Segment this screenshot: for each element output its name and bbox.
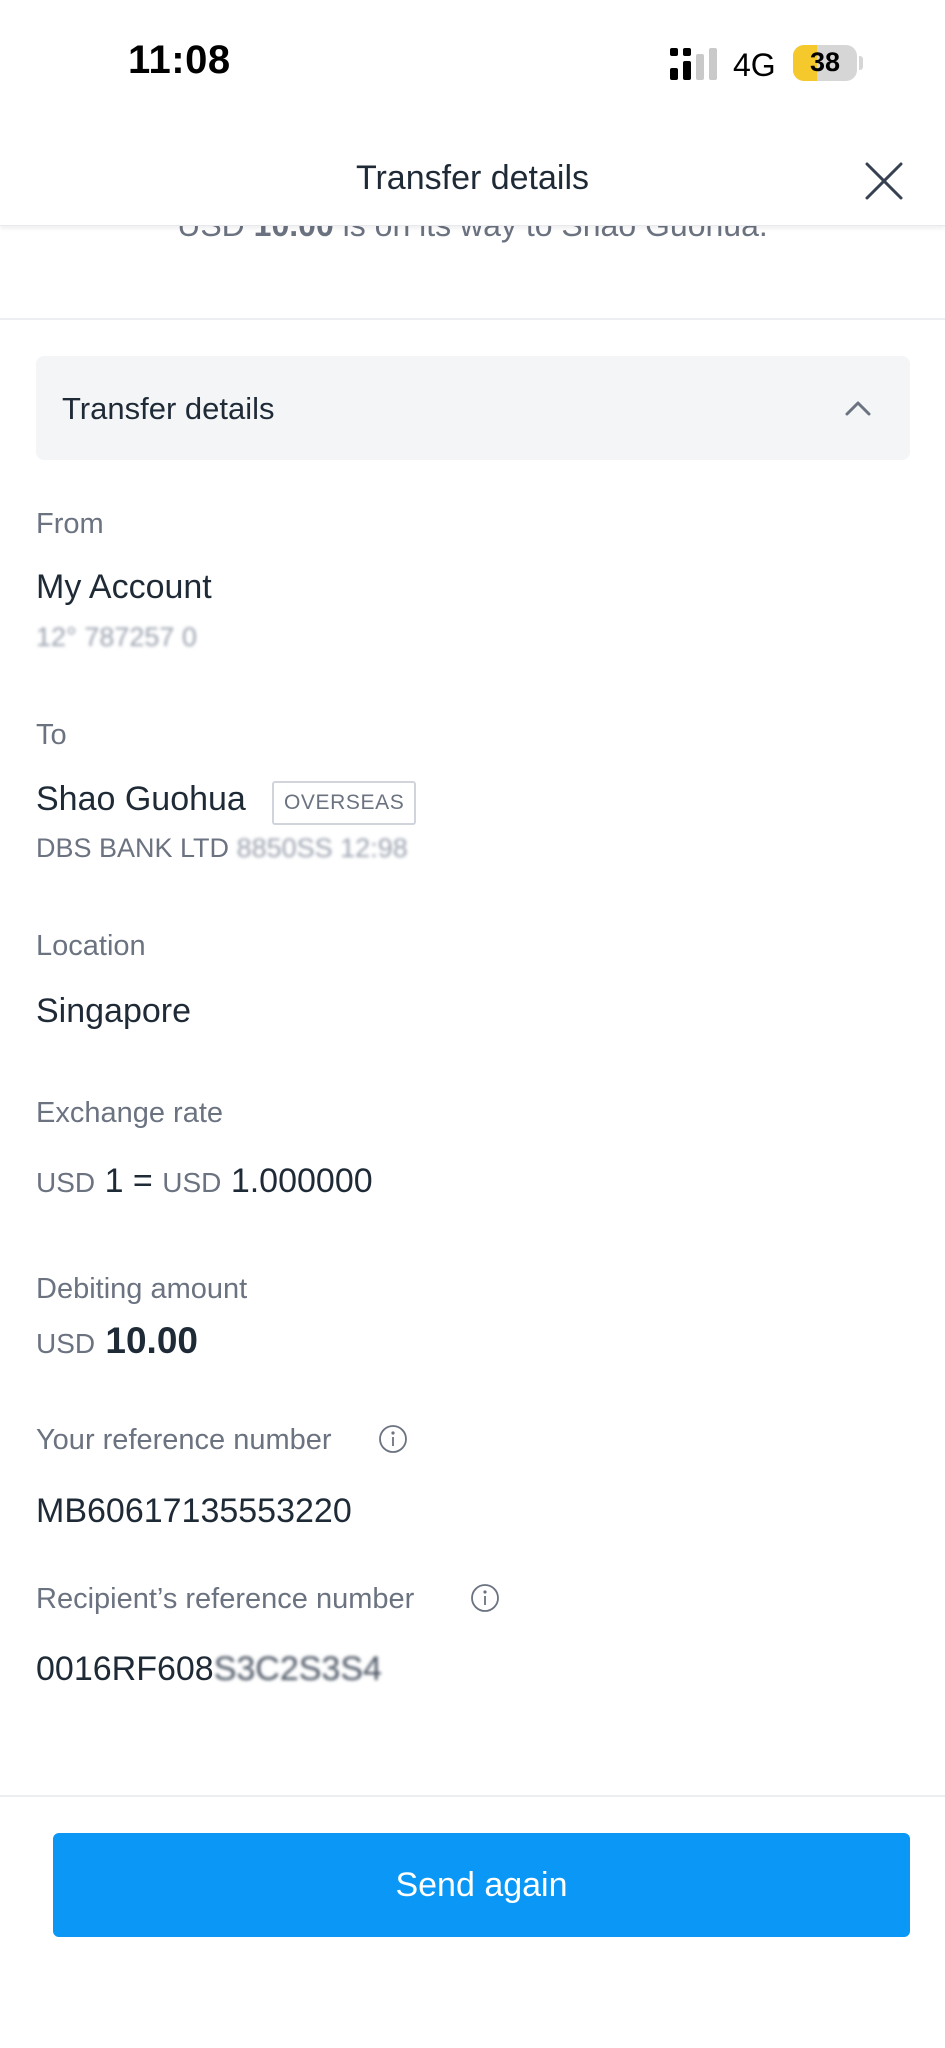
summary-suffix: is on its way to Shao Guohua.	[342, 225, 768, 243]
your-reference-label: Your reference number	[36, 1424, 332, 1456]
exchange-rate-value: USD 1 = USD 1.000000	[36, 1162, 373, 1201]
recipient-name: Shao Guohua	[36, 780, 246, 818]
rate-to-currency: USD	[162, 1167, 222, 1198]
to-label: To	[36, 719, 67, 751]
close-icon[interactable]	[858, 155, 910, 207]
battery-nub	[859, 56, 863, 70]
status-time: 11:08	[128, 38, 231, 82]
info-icon[interactable]	[378, 1424, 408, 1454]
divider	[0, 1795, 945, 1797]
info-icon[interactable]	[470, 1583, 500, 1613]
from-account-number: 12° 787257 0	[36, 622, 197, 652]
page-title: Transfer details	[355, 159, 590, 197]
your-reference-value: MB60617135553220	[36, 1492, 352, 1530]
battery-icon: 38	[793, 45, 857, 81]
chevron-up-icon[interactable]	[842, 392, 874, 424]
transfer-summary-text: USD 10.00 is on its way to Shao Guohua.	[0, 225, 945, 244]
recipient-reference-obscured: S3C2S3S4	[213, 1650, 382, 1688]
debiting-amount-label: Debiting amount	[36, 1273, 248, 1305]
location-value: Singapore	[36, 992, 192, 1030]
recipient-account-number: 8850SS 12:98	[236, 833, 408, 863]
top-nav-header: Transfer details	[0, 115, 945, 226]
rate-from-currency: USD	[36, 1167, 96, 1198]
rate-to-amount: 1.000000	[230, 1162, 373, 1200]
divider	[0, 318, 945, 320]
recipient-reference-visible: 0016RF608	[36, 1650, 214, 1688]
summary-currency: USD	[177, 225, 245, 243]
debiting-amount-value: USD 10.00	[36, 1320, 198, 1362]
overseas-badge: OVERSEAS	[272, 781, 417, 825]
status-bar: 11:08 4G 38	[0, 0, 945, 115]
summary-amount: 10.00	[253, 225, 334, 243]
recipient-reference-label: Recipient’s reference number	[36, 1583, 415, 1615]
from-label: From	[36, 508, 104, 540]
debiting-amount: 10.00	[105, 1320, 198, 1361]
scrolled-summary: USD 10.00 is on its way to Shao Guohua.	[0, 225, 945, 245]
recipient-bank-name: DBS BANK LTD	[36, 833, 230, 863]
transfer-details-accordion[interactable]: Transfer details	[36, 356, 910, 460]
exchange-rate-label: Exchange rate	[36, 1097, 224, 1129]
accordion-title: Transfer details	[62, 391, 275, 426]
cellular-signal-icon	[670, 48, 717, 80]
send-again-button[interactable]: Send again	[53, 1833, 910, 1937]
from-account-name: My Account	[36, 568, 212, 606]
network-type: 4G	[733, 47, 776, 83]
recipient-bank: DBS BANK LTD 8850SS 12:98	[36, 833, 408, 864]
debiting-currency: USD	[36, 1328, 96, 1359]
battery-percentage: 38	[809, 47, 841, 77]
rate-from-amount: 1 =	[104, 1162, 153, 1200]
recipient-reference-value: 0016RF608S3C2S3S4	[36, 1650, 382, 1689]
location-label: Location	[36, 930, 146, 962]
